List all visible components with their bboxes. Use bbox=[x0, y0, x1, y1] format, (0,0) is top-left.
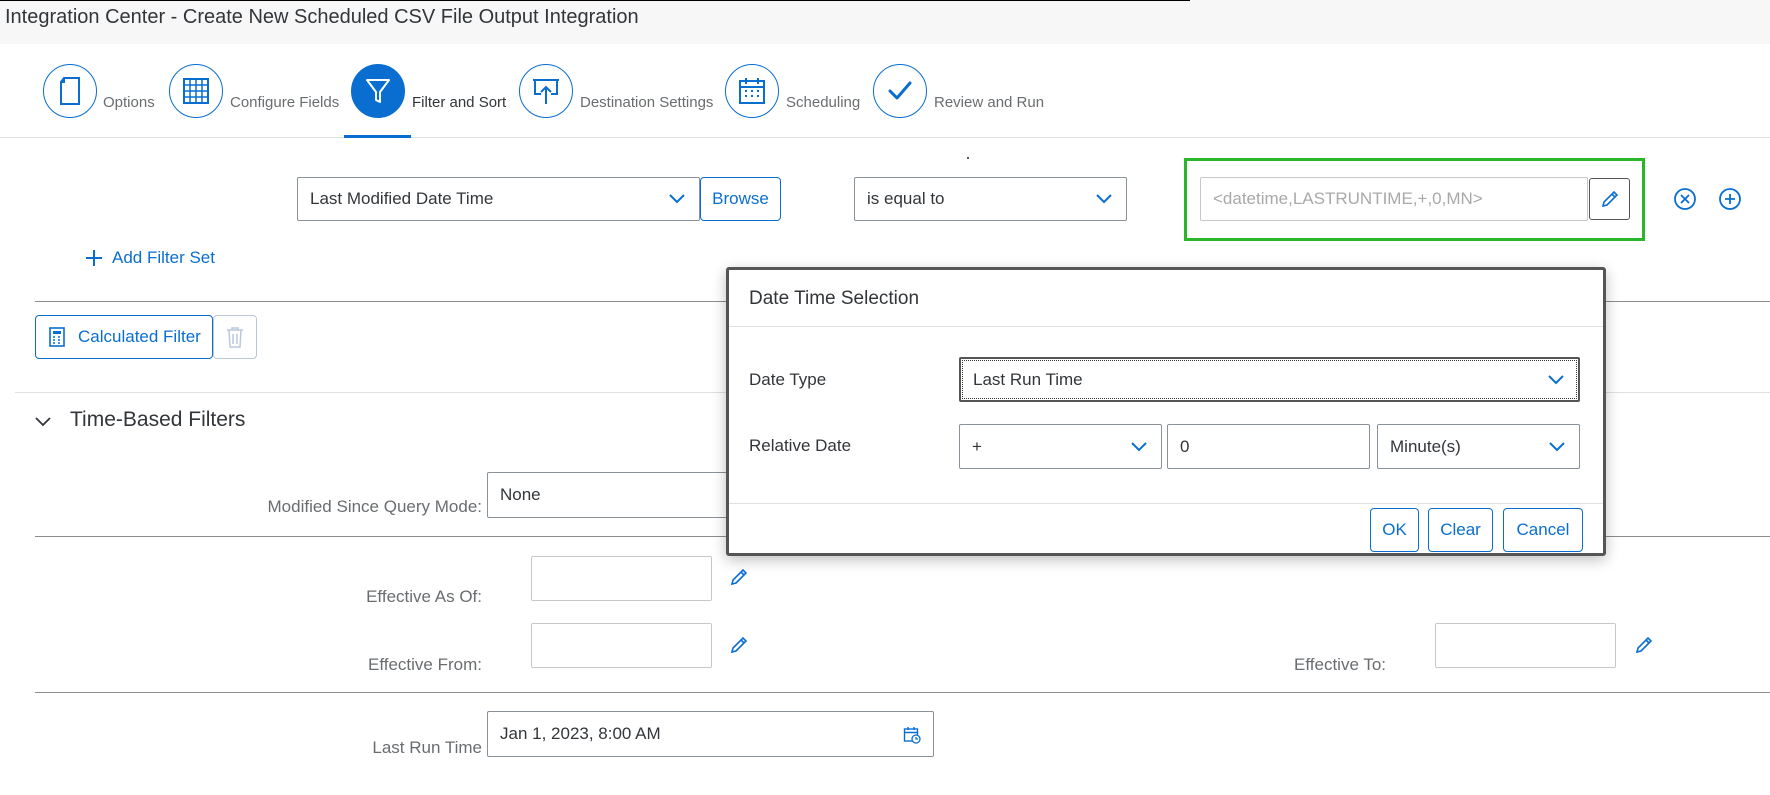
header-top-border bbox=[0, 0, 1190, 1]
modified-since-label: Modified Since Query Mode: bbox=[267, 497, 483, 516]
effective-from-edit-button[interactable] bbox=[729, 635, 749, 655]
modified-since-value: None bbox=[500, 485, 541, 504]
modified-since-select[interactable]: None bbox=[487, 472, 747, 518]
effective-from-label: Effective From: bbox=[368, 655, 482, 674]
chevron-down-icon bbox=[35, 417, 51, 427]
checkmark-icon bbox=[888, 81, 912, 100]
time-based-filters-title: Time-Based Filters bbox=[70, 408, 246, 431]
calculated-filter-button[interactable]: Calculated Filter bbox=[35, 315, 213, 359]
filter-field-select[interactable]: Last Modified Date Time bbox=[297, 177, 700, 221]
relative-date-label: Relative Date bbox=[749, 436, 852, 455]
add-circle-icon bbox=[1719, 188, 1741, 210]
remove-filter-button[interactable] bbox=[1673, 187, 1697, 211]
relative-sign-value: + bbox=[972, 436, 982, 456]
step-scheduling-label[interactable]: Scheduling bbox=[786, 94, 860, 111]
effective-to-edit-button[interactable] bbox=[1634, 635, 1654, 655]
step-options-label[interactable]: Options bbox=[103, 94, 155, 111]
pencil-icon bbox=[730, 568, 748, 586]
last-run-time-label: Last Run Time bbox=[372, 738, 482, 757]
filter-value-placeholder: <datetime,LASTRUNTIME,+,0,MN> bbox=[1213, 189, 1483, 208]
separator-dot bbox=[967, 157, 969, 159]
table-grid-icon bbox=[183, 78, 209, 104]
plus-icon bbox=[86, 250, 102, 266]
effective-as-of-label: Effective As Of: bbox=[366, 587, 482, 606]
relative-amount-input[interactable]: 0 bbox=[1167, 424, 1370, 469]
dialog-title: Date Time Selection bbox=[749, 288, 920, 309]
section-divider bbox=[35, 692, 1770, 693]
filter-operator-value: is equal to bbox=[867, 189, 945, 208]
step-review-and-run-button[interactable] bbox=[873, 64, 927, 118]
edit-value-button[interactable] bbox=[1589, 178, 1630, 220]
filter-field-value: Last Modified Date Time bbox=[310, 189, 494, 208]
effective-to-input[interactable] bbox=[1435, 623, 1616, 668]
active-step-indicator bbox=[344, 135, 411, 138]
cancel-button[interactable]: Cancel bbox=[1503, 508, 1583, 552]
chevron-down-icon bbox=[1549, 441, 1565, 451]
step-scheduling-button[interactable] bbox=[725, 64, 779, 118]
chevron-down-icon bbox=[669, 194, 685, 204]
filter-operator-select[interactable]: is equal to bbox=[854, 177, 1127, 221]
last-run-time-value: Jan 1, 2023, 8:00 AM bbox=[500, 724, 661, 743]
ok-button[interactable]: OK bbox=[1370, 508, 1419, 552]
chevron-down-icon bbox=[1096, 194, 1112, 204]
effective-to-label: Effective To: bbox=[1294, 655, 1386, 674]
date-time-selection-dialog: Date Time Selection Date Type Last Run T… bbox=[726, 267, 1606, 556]
filter-value-input[interactable]: <datetime,LASTRUNTIME,+,0,MN> bbox=[1200, 177, 1588, 221]
filter-icon bbox=[366, 79, 390, 103]
delete-button[interactable] bbox=[213, 315, 257, 359]
date-type-select[interactable]: Last Run Time bbox=[959, 357, 1580, 402]
step-configure-fields-label[interactable]: Configure Fields bbox=[230, 94, 339, 111]
calculated-filter-label: Calculated Filter bbox=[78, 327, 201, 346]
pencil-icon bbox=[1635, 636, 1653, 654]
pencil-icon bbox=[730, 636, 748, 654]
chevron-down-icon bbox=[1548, 374, 1564, 384]
step-filter-and-sort-label[interactable]: Filter and Sort bbox=[412, 94, 506, 111]
relative-amount-value: 0 bbox=[1180, 436, 1190, 456]
page-title: Integration Center - Create New Schedule… bbox=[5, 6, 639, 28]
browse-button[interactable]: Browse bbox=[700, 177, 781, 221]
date-type-label: Date Type bbox=[749, 370, 827, 389]
add-filter-set-link[interactable]: Add Filter Set bbox=[84, 248, 215, 268]
dialog-footer-divider bbox=[729, 503, 1603, 504]
effective-from-input[interactable] bbox=[531, 623, 712, 668]
collapse-toggle[interactable] bbox=[34, 413, 52, 431]
effective-as-of-edit-button[interactable] bbox=[729, 567, 749, 587]
step-filter-and-sort-button[interactable] bbox=[351, 64, 405, 118]
step-options-button[interactable] bbox=[43, 64, 97, 118]
last-run-time-picker[interactable]: Jan 1, 2023, 8:00 AM bbox=[487, 711, 934, 757]
relative-unit-select[interactable]: Minute(s) bbox=[1377, 424, 1580, 469]
chevron-down-icon bbox=[1131, 441, 1147, 451]
clear-button[interactable]: Clear bbox=[1428, 508, 1493, 552]
step-configure-fields-button[interactable] bbox=[169, 64, 223, 118]
step-destination-settings-label[interactable]: Destination Settings bbox=[580, 94, 713, 111]
trash-icon bbox=[227, 327, 243, 348]
add-filter-button[interactable] bbox=[1718, 187, 1742, 211]
calculator-icon bbox=[49, 327, 65, 347]
close-circle-icon bbox=[1674, 188, 1696, 210]
relative-unit-value: Minute(s) bbox=[1390, 436, 1461, 456]
add-filter-set-label: Add Filter Set bbox=[112, 248, 215, 267]
pencil-icon bbox=[1601, 190, 1618, 208]
effective-as-of-input[interactable] bbox=[531, 556, 712, 601]
upload-board-icon bbox=[533, 79, 559, 104]
calendar-clock-icon[interactable] bbox=[903, 726, 921, 744]
relative-sign-select[interactable]: + bbox=[959, 424, 1162, 469]
calendar-icon bbox=[739, 78, 765, 104]
step-destination-settings-button[interactable] bbox=[519, 64, 573, 118]
step-review-and-run-label[interactable]: Review and Run bbox=[934, 94, 1044, 111]
date-type-value: Last Run Time bbox=[973, 369, 1083, 389]
document-icon bbox=[60, 77, 80, 105]
